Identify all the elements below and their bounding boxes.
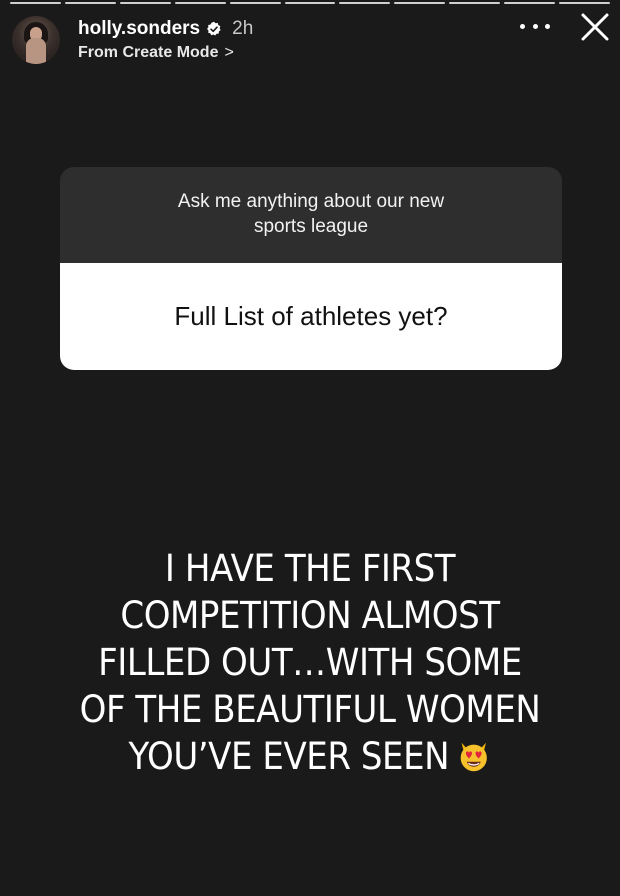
progress-segment (119, 2, 171, 4)
avatar-body (26, 38, 46, 64)
question-answer: Full List of athletes yet? (60, 263, 562, 370)
question-prompt: Ask me anything about our new sports lea… (60, 167, 562, 263)
progress-segment (504, 2, 556, 4)
progress-segment (559, 2, 610, 4)
more-dots-icon (532, 23, 538, 29)
progress-segment (229, 2, 281, 4)
more-options-button[interactable] (520, 16, 550, 36)
progress-segment (10, 2, 61, 4)
progress-segment (449, 2, 501, 4)
more-dots-icon (545, 23, 550, 29)
create-mode-link[interactable]: From Create Mode > (78, 44, 253, 62)
username-row: holly.sonders 2h (78, 18, 253, 40)
progress-segment (394, 2, 446, 4)
username-link[interactable]: holly.sonders (78, 18, 200, 40)
verified-badge-icon (207, 21, 221, 36)
story-header: holly.sonders 2h From Create Mode > (12, 14, 608, 66)
chevron-right-icon: > (224, 43, 234, 61)
heart-eyes-cat-emoji-icon (460, 742, 488, 772)
question-sticker[interactable]: Ask me anything about our new sports lea… (60, 167, 562, 370)
close-icon[interactable] (578, 10, 612, 44)
caption-line: FILLED OUT…WITH SOME (98, 641, 522, 684)
subtitle-label: From Create Mode (78, 43, 219, 61)
progress-segment (284, 2, 336, 4)
user-info: holly.sonders 2h From Create Mode > (78, 18, 253, 62)
story-viewer[interactable]: holly.sonders 2h From Create Mode > Ask … (0, 0, 620, 896)
story-progress-bar (10, 2, 610, 5)
story-caption: I HAVE THE FIRST COMPETITION ALMOST FILL… (52, 545, 567, 780)
progress-segment (64, 2, 116, 4)
caption-line-with-emoji: YOU’VE EVER SEEN (52, 733, 567, 780)
caption-line: YOU’VE EVER SEEN (128, 735, 450, 778)
progress-segment (339, 2, 391, 4)
post-time: 2h (232, 17, 254, 39)
progress-segment (174, 2, 226, 4)
caption-line: COMPETITION ALMOST (120, 594, 500, 637)
more-dots-icon (520, 23, 525, 29)
avatar[interactable] (12, 16, 60, 64)
caption-line: I HAVE THE FIRST (164, 547, 456, 590)
caption-line: OF THE BEAUTIFUL WOMEN (79, 688, 541, 731)
